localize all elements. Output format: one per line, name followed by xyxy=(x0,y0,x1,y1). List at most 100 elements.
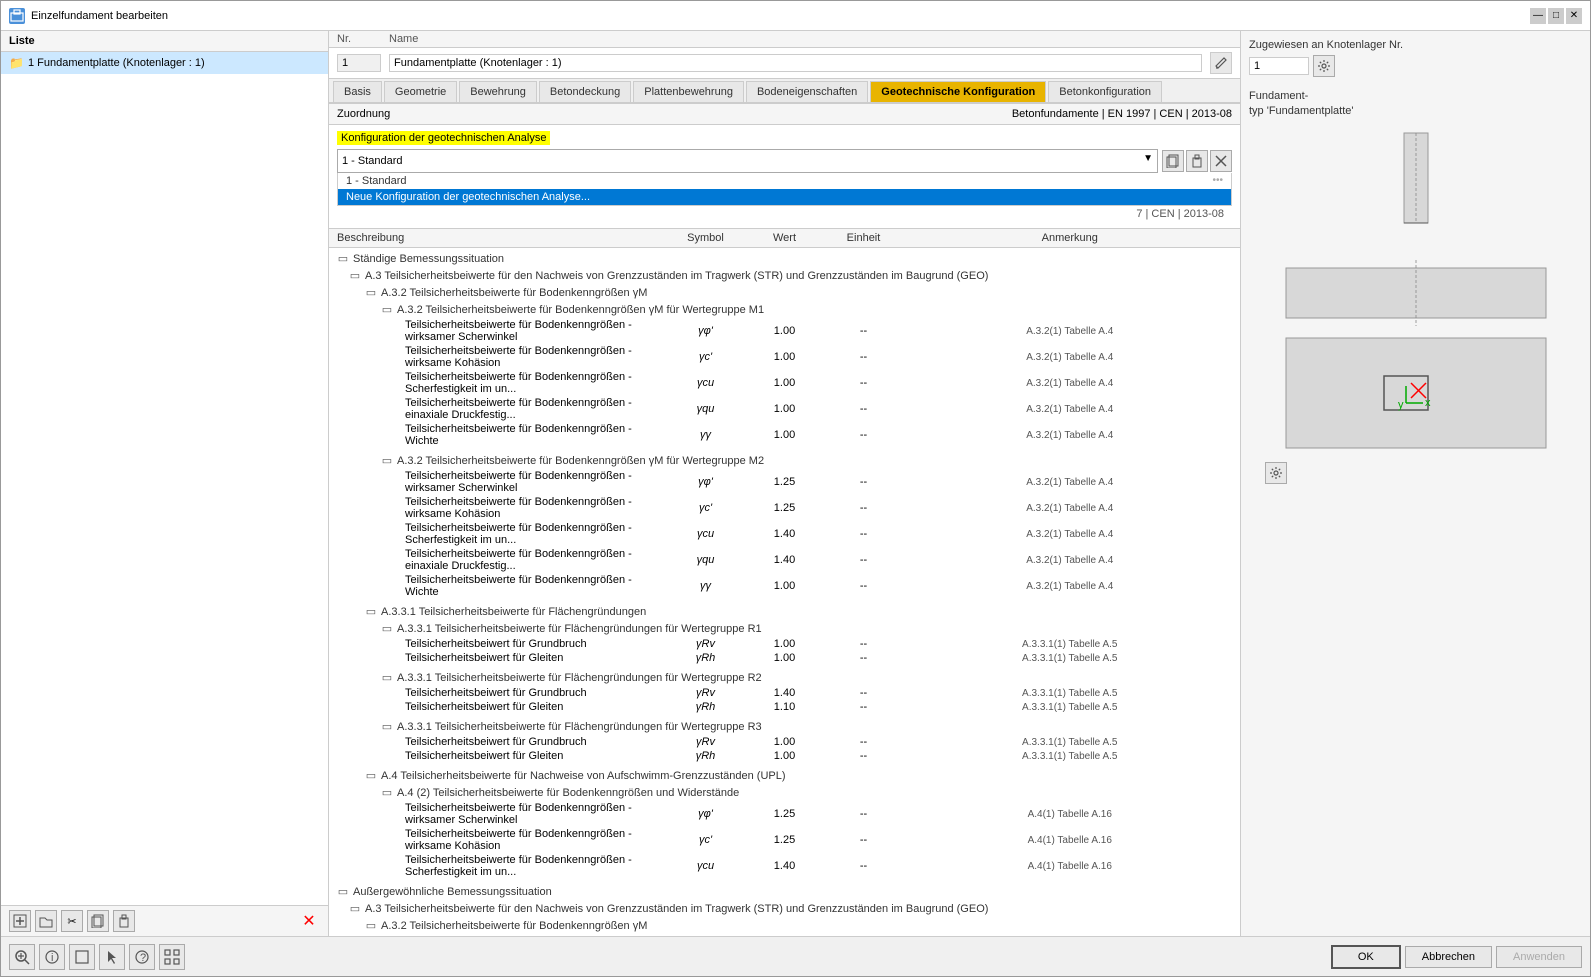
table-row[interactable]: Teilsicherheitsbeiwerte für Bodenkenngrö… xyxy=(329,827,1240,853)
table-row[interactable]: Teilsicherheitsbeiwerte für Bodenkenngrö… xyxy=(329,396,1240,422)
section-a3[interactable]: ▭ A.3 Teilsicherheitsbeiwerte für den Na… xyxy=(329,267,1240,284)
name-input[interactable] xyxy=(389,54,1202,72)
info-btn[interactable]: i xyxy=(39,944,65,970)
tab-betondeckung[interactable]: Betondeckung xyxy=(539,81,631,102)
table-row[interactable]: Teilsicherheitsbeiwert für Grundbruch γR… xyxy=(329,637,1240,651)
section-a331r1[interactable]: ▭ A.3.3.1 Teilsicherheitsbeiwerte für Fl… xyxy=(329,620,1240,637)
table-row[interactable]: Teilsicherheitsbeiwerte für Bodenkenngrö… xyxy=(329,801,1240,827)
config-copy-btn[interactable] xyxy=(1162,150,1184,172)
table-area[interactable]: Beschreibung Symbol Wert Einheit Anmerku… xyxy=(329,228,1240,936)
paste-btn[interactable] xyxy=(113,910,135,932)
apply-button[interactable]: Anwenden xyxy=(1496,946,1582,968)
config-option-new[interactable]: Neue Konfiguration der geotechnischen An… xyxy=(338,189,1231,205)
collapse-a331[interactable]: ▭ xyxy=(365,605,377,618)
ok-button[interactable]: OK xyxy=(1331,945,1401,969)
table-row[interactable]: Teilsicherheitsbeiwerte für Bodenkenngrö… xyxy=(329,573,1240,599)
section-a331r2[interactable]: ▭ A.3.3.1 Teilsicherheitsbeiwerte für Fl… xyxy=(329,669,1240,686)
table-row[interactable]: Teilsicherheitsbeiwert für Gleiten γRh 1… xyxy=(329,749,1240,763)
left-panel-item[interactable]: 📁 1 Fundamentplatte (Knotenlager : 1) xyxy=(1,52,328,74)
tab-betonkonfiguration[interactable]: Betonkonfiguration xyxy=(1048,81,1162,102)
nr-input[interactable] xyxy=(337,54,381,72)
minimize-button[interactable]: — xyxy=(1530,8,1546,24)
table-row[interactable]: Teilsicherheitsbeiwerte für Bodenkenngrö… xyxy=(329,547,1240,573)
section-a32-2[interactable]: ▭ A.3.2 Teilsicherheitsbeiwerte für Bode… xyxy=(329,917,1240,934)
collapse-a331r1[interactable]: ▭ xyxy=(381,622,393,635)
section-staendige[interactable]: ▭ Ständige Bemessungssituation xyxy=(329,250,1240,267)
table-row[interactable]: Teilsicherheitsbeiwerte für Bodenkenngrö… xyxy=(329,495,1240,521)
section-a32[interactable]: ▭ A.3.2 Teilsicherheitsbeiwerte für Bode… xyxy=(329,284,1240,301)
help-btn[interactable]: ? xyxy=(129,944,155,970)
collapse-a4[interactable]: ▭ xyxy=(365,769,377,782)
row-note: A.3.3.1(1) Tabelle A.5 xyxy=(908,639,1233,650)
close-button[interactable]: ✕ xyxy=(1566,8,1582,24)
zugewiesen-input[interactable] xyxy=(1249,57,1309,75)
open-btn[interactable] xyxy=(35,910,57,932)
table-row[interactable]: Teilsicherheitsbeiwerte für Bodenkenngrö… xyxy=(329,469,1240,495)
row-desc: Teilsicherheitsbeiwert für Grundbruch xyxy=(337,687,662,699)
table-row[interactable]: Teilsicherheitsbeiwert für Gleiten γRh 1… xyxy=(329,700,1240,714)
row-val: 1.25 xyxy=(750,502,820,514)
edit-name-button[interactable] xyxy=(1210,52,1232,74)
table-row[interactable]: Teilsicherheitsbeiwerte für Bodenkenngrö… xyxy=(329,318,1240,344)
section-a331[interactable]: ▭ A.3.3.1 Teilsicherheitsbeiwerte für Fl… xyxy=(329,603,1240,620)
row-val: 1.25 xyxy=(750,476,820,488)
delete-btn[interactable]: ✕ xyxy=(298,910,320,932)
collapse-a32m2[interactable]: ▭ xyxy=(381,454,393,467)
config-select[interactable]: 1 - Standard xyxy=(338,150,1157,172)
collapse-a331r2[interactable]: ▭ xyxy=(381,671,393,684)
config-delete-btn[interactable] xyxy=(1210,150,1232,172)
cancel-button[interactable]: Abbrechen xyxy=(1405,946,1492,968)
name-label: Name xyxy=(389,33,418,45)
zugewiesen-gear-button[interactable] xyxy=(1313,55,1335,77)
tab-geotechnische[interactable]: Geotechnische Konfiguration xyxy=(870,81,1046,102)
diagram-settings-button[interactable] xyxy=(1265,462,1287,484)
collapse-a32m1[interactable]: ▭ xyxy=(381,303,393,316)
tab-bodeneigenschaften[interactable]: Bodeneigenschaften xyxy=(746,81,868,102)
zoom-btn[interactable] xyxy=(9,944,35,970)
maximize-button[interactable]: □ xyxy=(1548,8,1564,24)
table-row[interactable]: Teilsicherheitsbeiwerte für Bodenkenngrö… xyxy=(329,370,1240,396)
section-a32m1[interactable]: ▭ A.3.2 Teilsicherheitsbeiwerte für Bode… xyxy=(329,301,1240,318)
row-val: 1.00 xyxy=(750,403,820,415)
tab-plattenbewehrung[interactable]: Plattenbewehrung xyxy=(633,81,744,102)
tab-basis[interactable]: Basis xyxy=(333,81,382,102)
tab-bewehrung[interactable]: Bewehrung xyxy=(459,81,537,102)
collapse-ausser[interactable]: ▭ xyxy=(337,885,349,898)
settings-btn[interactable] xyxy=(159,944,185,970)
row-unit: -- xyxy=(824,403,904,415)
table-row[interactable]: Teilsicherheitsbeiwerte für Bodenkenngrö… xyxy=(329,521,1240,547)
collapse-a32-2[interactable]: ▭ xyxy=(365,919,377,932)
window-controls[interactable]: — □ ✕ xyxy=(1530,8,1582,24)
cursor-btn[interactable] xyxy=(99,944,125,970)
table-row[interactable]: Teilsicherheitsbeiwert für Gleiten γRh 1… xyxy=(329,651,1240,665)
section-a42[interactable]: ▭ A.4 (2) Teilsicherheitsbeiwerte für Bo… xyxy=(329,784,1240,801)
tab-bar: Basis Geometrie Bewehrung Betondeckung P… xyxy=(329,79,1240,104)
config-icons xyxy=(1162,150,1232,172)
section-a32m2[interactable]: ▭ A.3.2 Teilsicherheitsbeiwerte für Bode… xyxy=(329,452,1240,469)
row-sym: γcu xyxy=(666,528,746,540)
collapse-a3-2[interactable]: ▭ xyxy=(349,902,361,915)
tree-container: ▭ Ständige Bemessungssituation ▭ A.3 Tei… xyxy=(329,248,1240,936)
config-option-1[interactable]: 1 - Standard ••• xyxy=(338,173,1231,189)
row-note: A.3.2(1) Tabelle A.4 xyxy=(908,529,1233,540)
table-row[interactable]: Teilsicherheitsbeiwerte für Bodenkenngrö… xyxy=(329,853,1240,879)
section-a331r3[interactable]: ▭ A.3.3.1 Teilsicherheitsbeiwerte für Fl… xyxy=(329,718,1240,735)
copy-btn[interactable] xyxy=(87,910,109,932)
new-btn[interactable] xyxy=(9,910,31,932)
table-row[interactable]: Teilsicherheitsbeiwerte für Bodenkenngrö… xyxy=(329,422,1240,448)
collapse-a331r3[interactable]: ▭ xyxy=(381,720,393,733)
section-a4[interactable]: ▭ A.4 Teilsicherheitsbeiwerte für Nachwe… xyxy=(329,767,1240,784)
tab-geometrie[interactable]: Geometrie xyxy=(384,81,457,102)
collapse-staendige[interactable]: ▭ xyxy=(337,252,349,265)
cut-btn[interactable]: ✂ xyxy=(61,910,83,932)
section-a3-2[interactable]: ▭ A.3 Teilsicherheitsbeiwerte für den Na… xyxy=(329,900,1240,917)
collapse-a32[interactable]: ▭ xyxy=(365,286,377,299)
collapse-a3[interactable]: ▭ xyxy=(349,269,361,282)
table-row[interactable]: Teilsicherheitsbeiwerte für Bodenkenngrö… xyxy=(329,344,1240,370)
config-paste-btn[interactable] xyxy=(1186,150,1208,172)
table-row[interactable]: Teilsicherheitsbeiwert für Grundbruch γR… xyxy=(329,686,1240,700)
collapse-a42[interactable]: ▭ xyxy=(381,786,393,799)
section-ausser[interactable]: ▭ Außergewöhnliche Bemessungssituation xyxy=(329,883,1240,900)
rect-btn[interactable] xyxy=(69,944,95,970)
table-row[interactable]: Teilsicherheitsbeiwert für Grundbruch γR… xyxy=(329,735,1240,749)
